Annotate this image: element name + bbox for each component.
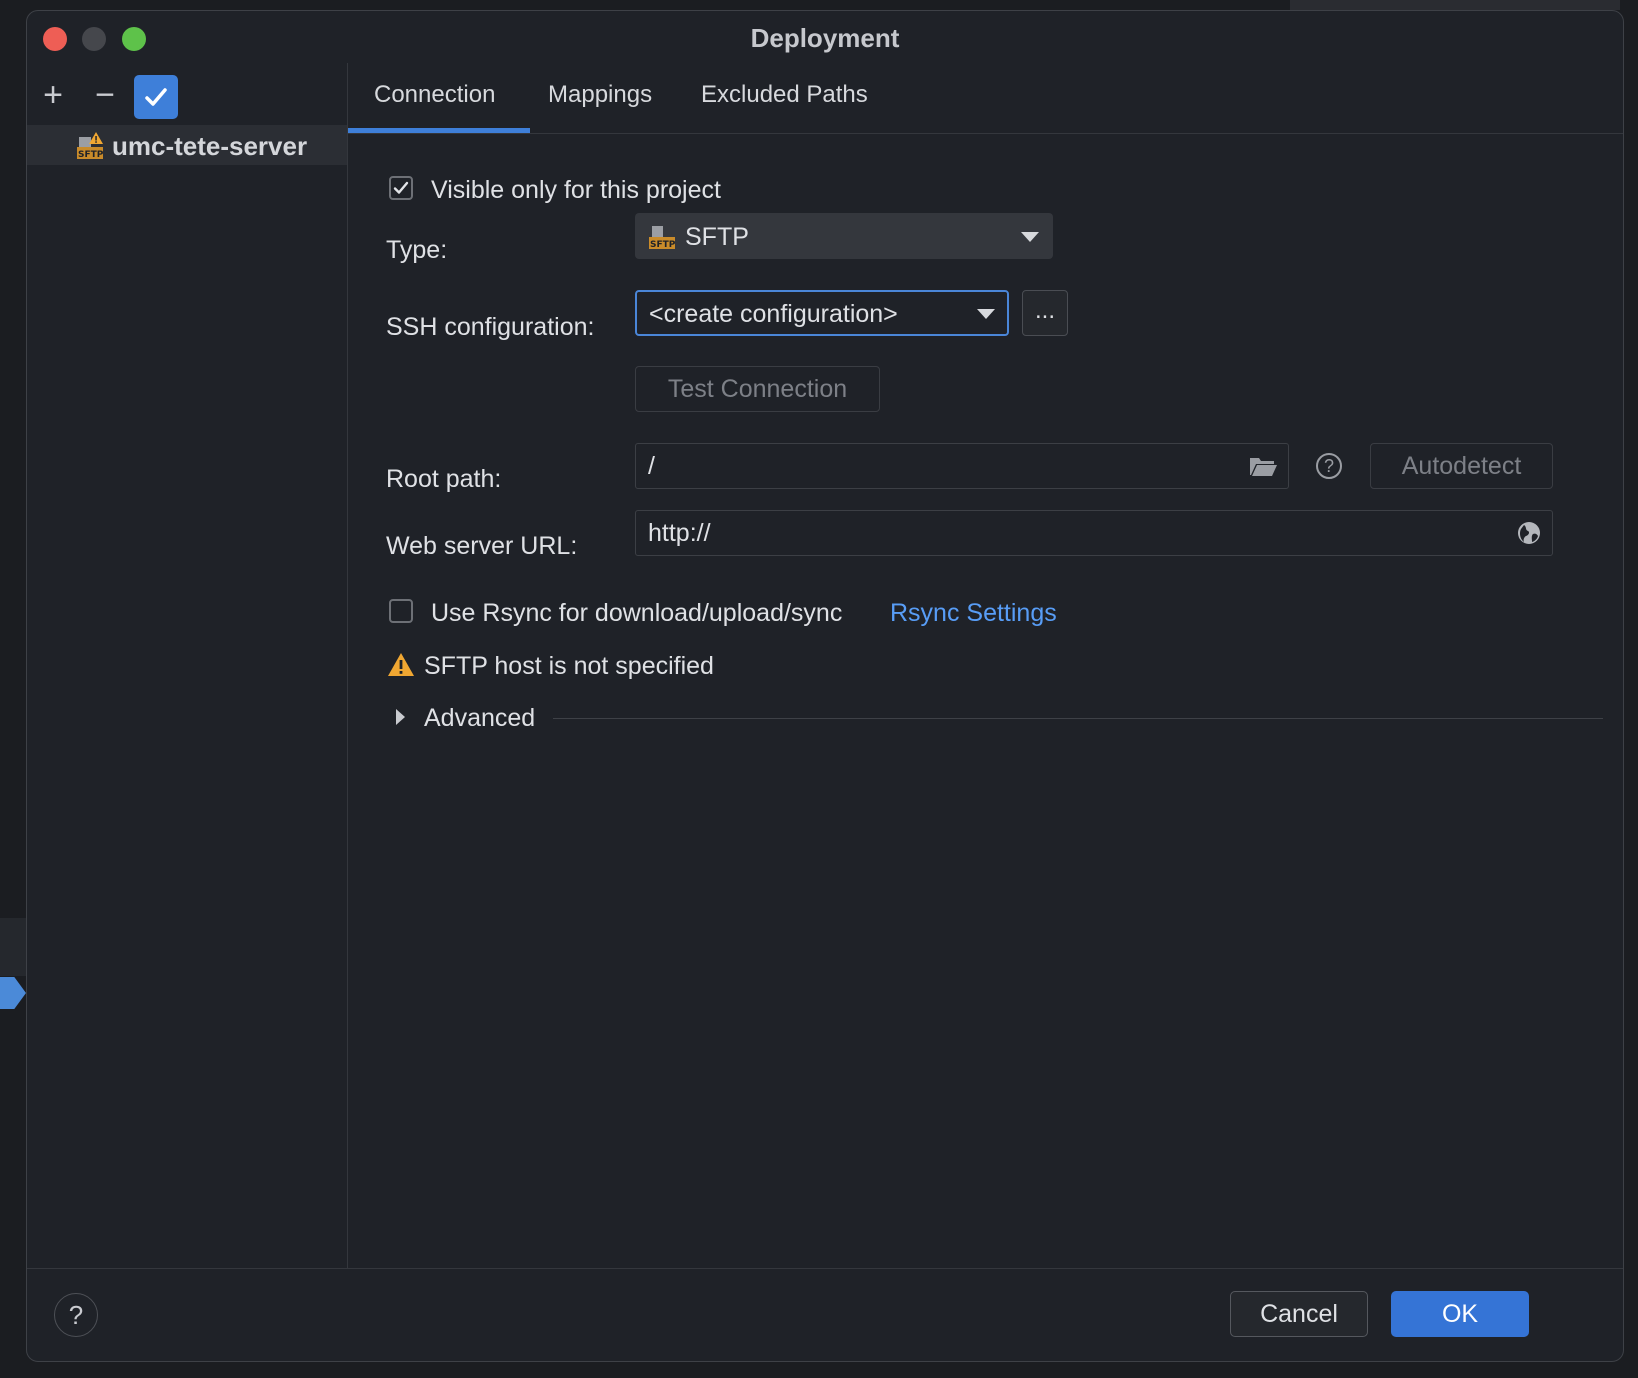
title-bar: Deployment [27, 11, 1623, 63]
use-rsync-checkbox[interactable] [389, 599, 413, 623]
server-list-panel: + − SFTP umc-tete-server [27, 63, 348, 1269]
chevron-down-icon [977, 309, 995, 319]
tab-mappings[interactable]: Mappings [548, 81, 652, 109]
autodetect-button[interactable]: Autodetect [1370, 443, 1553, 489]
web-server-url-value: http:// [648, 519, 711, 547]
chevron-down-icon [1021, 232, 1039, 242]
checkmark-icon [393, 181, 409, 194]
connection-panel: Visible only for this project Type: SFTP… [348, 133, 1623, 1269]
advanced-section-toggle[interactable]: Advanced [424, 704, 535, 733]
warning-message: SFTP host is not specified [424, 652, 714, 680]
help-icon[interactable]: ? [1316, 453, 1342, 479]
set-default-server-button[interactable] [134, 75, 178, 119]
warning-icon [388, 653, 414, 676]
use-rsync-label: Use Rsync for download/upload/sync [431, 599, 843, 627]
server-list-item[interactable]: SFTP umc-tete-server [27, 125, 347, 165]
background-panel-edge [0, 918, 26, 976]
cancel-button[interactable]: Cancel [1230, 1291, 1368, 1337]
background-marker [0, 977, 26, 1009]
test-connection-button[interactable]: Test Connection [635, 366, 880, 412]
sftp-server-warning-icon: SFTP [77, 132, 104, 160]
visible-only-checkbox[interactable] [389, 176, 413, 200]
ssh-configuration-label: SSH configuration: [386, 313, 595, 341]
background-window-strip [1290, 0, 1620, 10]
dialog-title: Deployment [750, 23, 900, 53]
remove-server-button[interactable]: − [87, 75, 123, 115]
ssh-configuration-value: <create configuration> [649, 300, 898, 328]
ssh-configuration-dropdown[interactable]: <create configuration> [635, 290, 1009, 336]
sftp-icon: SFTP [649, 226, 676, 250]
type-value: SFTP [685, 223, 749, 251]
web-server-url-input[interactable]: http:// [635, 510, 1553, 556]
root-path-label: Root path: [386, 465, 502, 493]
tab-excluded-paths[interactable]: Excluded Paths [701, 81, 868, 109]
advanced-divider [553, 718, 1603, 719]
type-label: Type: [386, 236, 448, 264]
root-path-value: / [648, 452, 655, 480]
dialog-footer: ? Cancel OK [27, 1268, 1623, 1361]
deployment-dialog: Deployment + − SFTP umc-tete-server Conn… [26, 10, 1624, 1362]
type-dropdown[interactable]: SFTP SFTP [635, 213, 1053, 259]
rsync-settings-link[interactable]: Rsync Settings [890, 599, 1057, 628]
chevron-right-icon[interactable] [396, 709, 405, 725]
tab-connection[interactable]: Connection [374, 81, 495, 109]
svg-text:SFTP: SFTP [650, 240, 676, 250]
ok-button[interactable]: OK [1391, 1291, 1529, 1337]
web-server-url-label: Web server URL: [386, 532, 578, 560]
checkmark-icon [145, 88, 167, 106]
server-name-label: umc-tete-server [112, 131, 308, 161]
tab-bar: Connection Mappings Excluded Paths [348, 63, 1623, 134]
root-path-input[interactable]: / [635, 443, 1289, 489]
add-server-button[interactable]: + [35, 75, 71, 115]
help-button[interactable]: ? [54, 1293, 98, 1337]
ssh-configuration-browse-button[interactable]: ... [1022, 290, 1068, 336]
svg-text:SFTP: SFTP [78, 150, 104, 160]
globe-icon[interactable] [1516, 520, 1542, 546]
visible-only-label: Visible only for this project [431, 176, 721, 204]
folder-open-icon[interactable] [1248, 453, 1278, 479]
